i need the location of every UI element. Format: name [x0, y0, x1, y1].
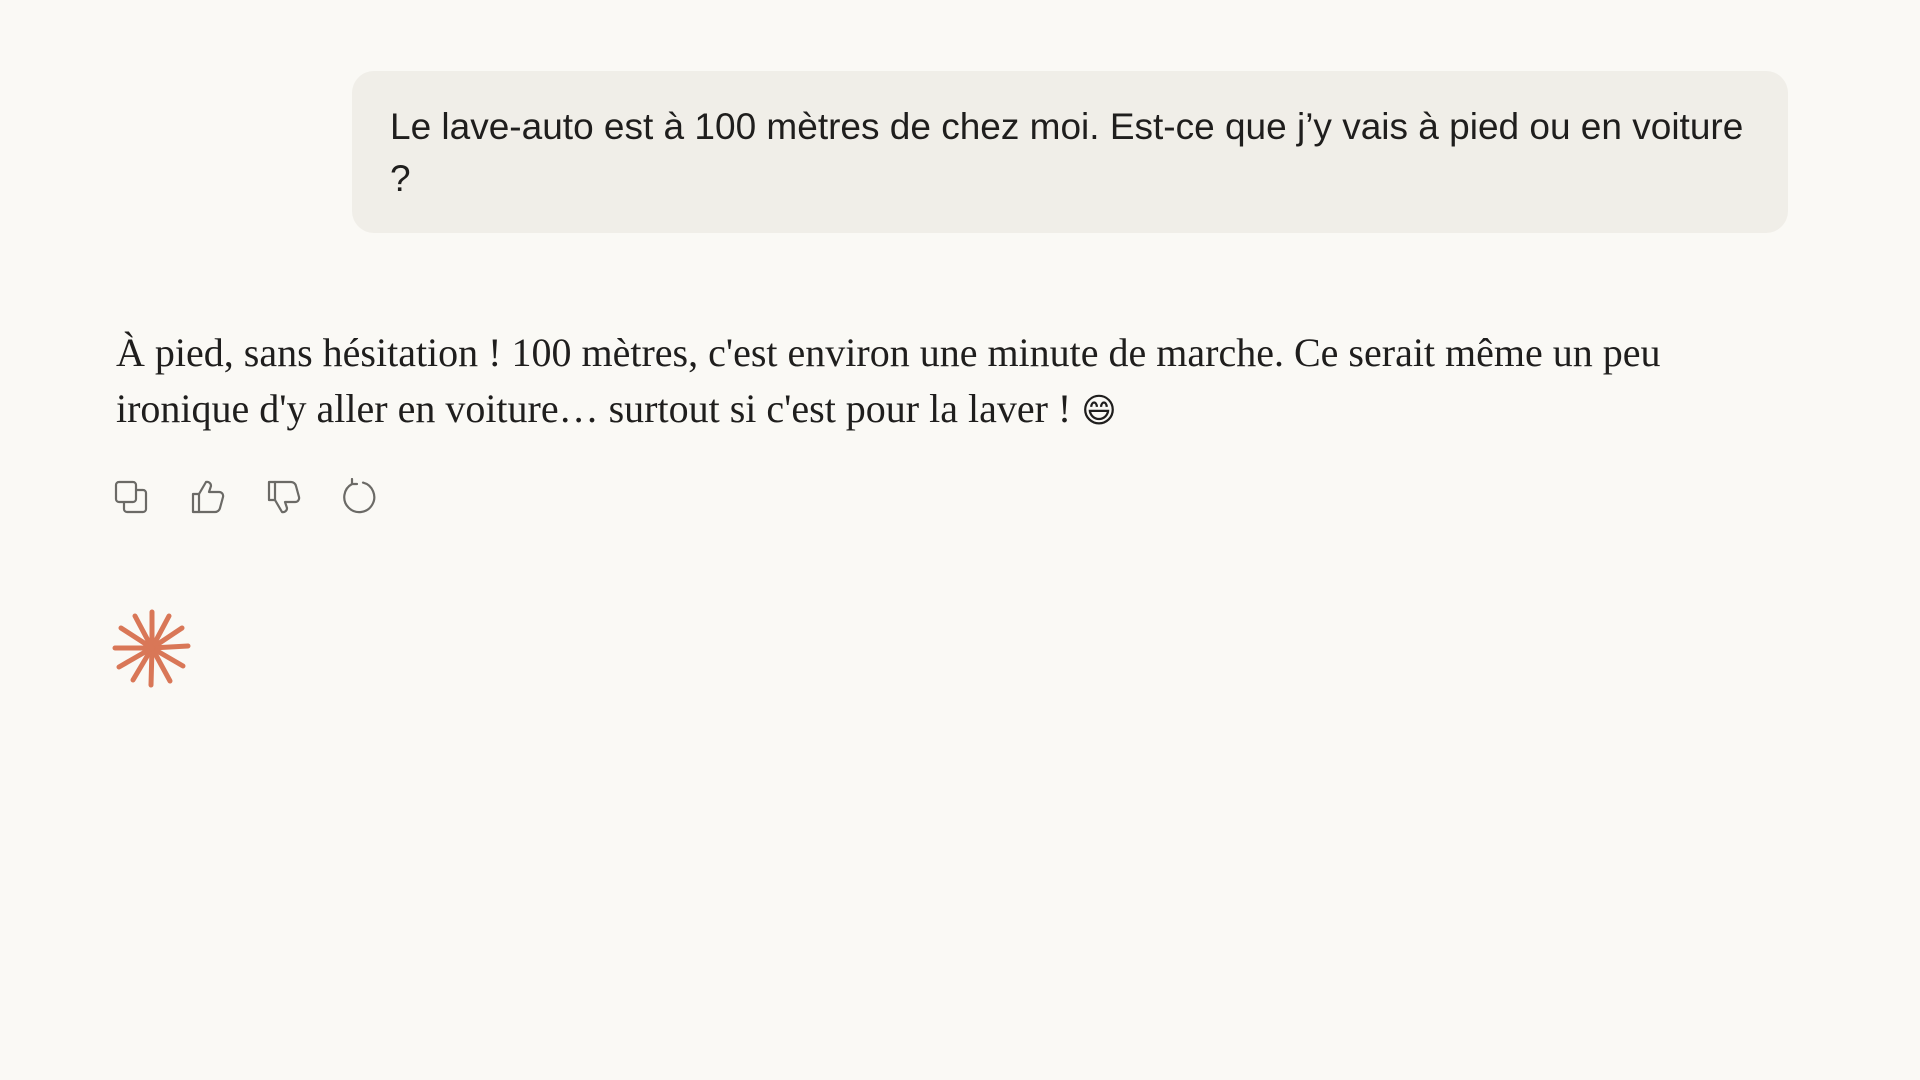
assistant-message-text: À pied, sans hésitation ! 100 mètres, c'… — [116, 330, 1661, 431]
thumbs-up-icon — [191, 480, 225, 514]
message-actions — [112, 478, 378, 516]
retry-icon — [343, 478, 376, 514]
user-message-text: Le lave-auto est à 100 mètres de chez mo… — [390, 106, 1744, 199]
thumbs-down-icon — [267, 480, 301, 514]
user-message-bubble: Le lave-auto est à 100 mètres de chez mo… — [352, 71, 1788, 233]
copy-button[interactable] — [112, 478, 150, 516]
chat-page: Le lave-auto est à 100 mètres de chez mo… — [0, 0, 1920, 1080]
thumbs-down-button[interactable] — [264, 478, 302, 516]
retry-button[interactable] — [340, 478, 378, 516]
thumbs-up-button[interactable] — [188, 478, 226, 516]
copy-icon — [114, 480, 148, 514]
claude-spark-icon — [112, 609, 191, 688]
assistant-message: À pied, sans hésitation ! 100 mètres, c'… — [116, 325, 1796, 439]
grin-emoji: 😄 — [1081, 391, 1117, 431]
